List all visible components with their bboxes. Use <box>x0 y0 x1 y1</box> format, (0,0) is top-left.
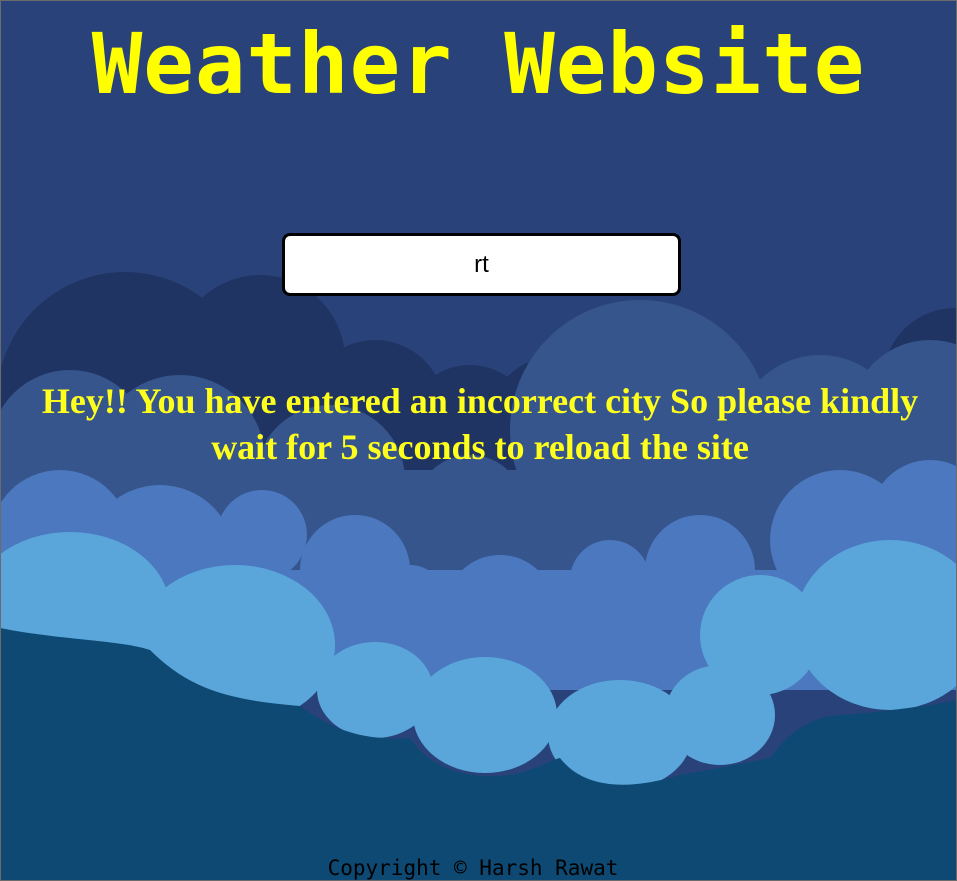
error-message: Hey!! You have entered an incorrect city… <box>41 381 919 467</box>
page-title: Weather Website <box>91 15 866 113</box>
city-search-input[interactable] <box>282 233 681 296</box>
footer-copyright: Copyright © Harsh Rawat <box>327 856 619 880</box>
search-form <box>282 233 681 296</box>
